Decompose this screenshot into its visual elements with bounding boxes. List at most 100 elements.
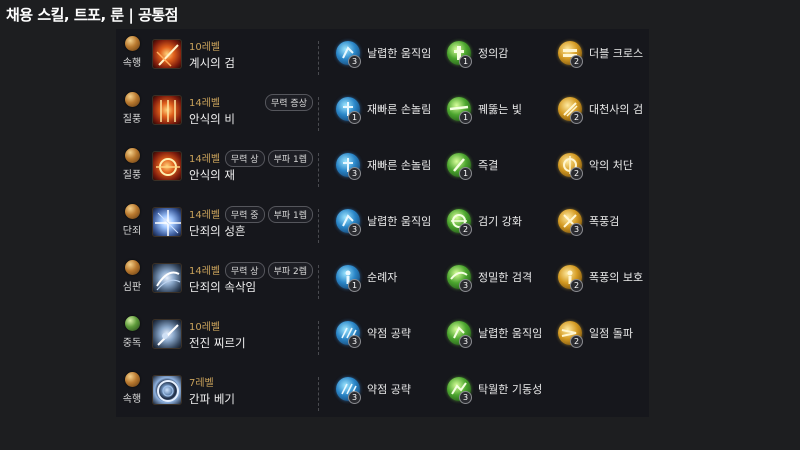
tripod-level-badge: 2 bbox=[570, 111, 583, 124]
insight-slash-icon[interactable] bbox=[152, 375, 182, 405]
rune-gem-icon bbox=[124, 204, 140, 219]
tripod-level-badge: 1 bbox=[459, 111, 472, 124]
rune-gem-icon bbox=[124, 92, 140, 107]
divider bbox=[318, 209, 319, 243]
skill-table: 속행 10레벨 계시의 검 3 날렵한 움직임 1 정의감 2 더블 크로스 질… bbox=[116, 29, 649, 417]
tripod-level-badge: 3 bbox=[348, 223, 361, 236]
divider bbox=[318, 265, 319, 299]
tag: 무력 상 bbox=[224, 150, 265, 167]
tripod-level-badge: 2 bbox=[570, 55, 583, 68]
skill-level: 7레벨 bbox=[189, 378, 214, 389]
skill-level: 14레벨 bbox=[189, 266, 221, 277]
tripod-name: 날렵한 움직임 bbox=[367, 47, 432, 60]
skill-row-ash-of-rest: 질풍 14레벨 안식의 재 무력 상 부파 1렙 3 재빠른 손놀림 1 즉결 … bbox=[116, 141, 649, 197]
rune-gem-green-icon bbox=[124, 316, 140, 331]
rune[interactable]: 심판 bbox=[120, 260, 144, 293]
rune-name: 속행 bbox=[122, 58, 142, 69]
tripod-name: 재빠른 손놀림 bbox=[367, 103, 432, 116]
skill-name: 단죄의 속삭임 bbox=[189, 280, 257, 294]
rune-name: 질풍 bbox=[122, 170, 142, 181]
tripod-level-badge: 3 bbox=[459, 335, 472, 348]
tripod-name: 날렵한 움직임 bbox=[478, 327, 543, 340]
tripod-name: 즉결 bbox=[478, 159, 499, 172]
rune-name: 질풍 bbox=[122, 114, 142, 125]
tripod-level-badge: 1 bbox=[348, 111, 361, 124]
tripod-name: 폭풍의 보호 bbox=[589, 271, 644, 284]
tripod-name: 대천사의 검 bbox=[589, 103, 644, 116]
rune[interactable]: 질풍 bbox=[120, 148, 144, 181]
skill-level: 14레벨 bbox=[189, 98, 221, 109]
tag: 부파 1렙 bbox=[267, 150, 313, 167]
tripod-name: 폭풍검 bbox=[589, 215, 620, 228]
skill-level: 14레벨 bbox=[189, 154, 221, 165]
tripod-name: 정의감 bbox=[478, 47, 509, 60]
sword-revelation-icon[interactable] bbox=[152, 39, 182, 69]
rune-gem-icon bbox=[124, 36, 140, 51]
tripod-level-badge: 3 bbox=[348, 167, 361, 180]
skill-name: 계시의 검 bbox=[189, 56, 235, 70]
skill-row-insight-slash: 속행 7레벨 간파 베기 3 약점 공략 3 탁월한 기동성 bbox=[116, 365, 649, 421]
tripod-level-badge: 2 bbox=[459, 223, 472, 236]
tripod-level-badge: 3 bbox=[459, 391, 472, 404]
rune[interactable]: 속행 bbox=[120, 372, 144, 405]
tripod-level-badge: 3 bbox=[348, 391, 361, 404]
skill-name: 간파 베기 bbox=[189, 392, 235, 406]
tripod-name: 꿰뚫는 빛 bbox=[478, 103, 522, 116]
rune-gem-icon bbox=[124, 372, 140, 387]
skill-row-rain-of-rest: 질풍 14레벨 안식의 비 무력 증상 1 재빠른 손놀림 1 꿰뚫는 빛 2 … bbox=[116, 85, 649, 141]
tag-list: 무력 중 부파 1렙 bbox=[224, 206, 313, 223]
skill-row-whisper-of-judgment: 심판 14레벨 단죄의 속삭임 무력 상 부파 2렙 1 순례자 3 정밀한 검… bbox=[116, 253, 649, 309]
rune-gem-icon bbox=[124, 148, 140, 163]
skill-row-forward-thrust: 중독 10레벨 전진 찌르기 3 약점 공략 3 날렵한 움직임 2 일점 돌파 bbox=[116, 309, 649, 365]
tag-list: 무력 증상 bbox=[265, 94, 313, 111]
tripod-level-badge: 1 bbox=[348, 279, 361, 292]
skill-row-stigma-of-judgment: 단죄 14레벨 단죄의 성흔 무력 중 부파 1렙 3 날렵한 움직임 2 검기… bbox=[116, 197, 649, 253]
tag: 부파 1렙 bbox=[267, 206, 313, 223]
tripod-name: 정밀한 검격 bbox=[478, 271, 533, 284]
ash-of-rest-icon[interactable] bbox=[152, 151, 182, 181]
rune-name: 중독 bbox=[122, 338, 142, 349]
tripod-name: 탁월한 기동성 bbox=[478, 383, 543, 396]
rune-name: 단죄 bbox=[122, 226, 142, 237]
rune[interactable]: 질풍 bbox=[120, 92, 144, 125]
skill-name: 단죄의 성흔 bbox=[189, 224, 246, 238]
rune[interactable]: 중독 bbox=[120, 316, 144, 349]
tripod-name: 더블 크로스 bbox=[589, 47, 644, 60]
rune-name: 속행 bbox=[122, 394, 142, 405]
tripod-level-badge: 2 bbox=[570, 335, 583, 348]
tripod-level-badge: 2 bbox=[570, 167, 583, 180]
tripod-level-badge: 3 bbox=[570, 223, 583, 236]
divider bbox=[318, 41, 319, 75]
forward-thrust-icon[interactable] bbox=[152, 319, 182, 349]
rune[interactable]: 속행 bbox=[120, 36, 144, 69]
skill-name: 전진 찌르기 bbox=[189, 336, 246, 350]
rain-of-rest-icon[interactable] bbox=[152, 95, 182, 125]
whisper-of-judgment-icon[interactable] bbox=[152, 263, 182, 293]
tag-list: 무력 상 부파 1렙 bbox=[224, 150, 313, 167]
rune[interactable]: 단죄 bbox=[120, 204, 144, 237]
tripod-name: 재빠른 손놀림 bbox=[367, 159, 432, 172]
tag: 무력 증상 bbox=[265, 94, 313, 111]
tripod-level-badge: 1 bbox=[459, 167, 472, 180]
tripod-level-badge: 3 bbox=[348, 335, 361, 348]
tripod-name: 날렵한 움직임 bbox=[367, 215, 432, 228]
rune-name: 심판 bbox=[122, 282, 142, 293]
rune-gem-icon bbox=[124, 260, 140, 275]
tag: 무력 중 bbox=[224, 206, 265, 223]
page-title: 채용 스킬, 트포, 룬 | 공통점 bbox=[6, 6, 179, 24]
tripod-name: 일점 돌파 bbox=[589, 327, 633, 340]
tag: 부파 2렙 bbox=[267, 262, 313, 279]
tripod-level-badge: 1 bbox=[459, 55, 472, 68]
stigma-of-judgment-icon[interactable] bbox=[152, 207, 182, 237]
tripod-level-badge: 3 bbox=[459, 279, 472, 292]
skill-level: 10레벨 bbox=[189, 322, 221, 333]
divider bbox=[318, 97, 319, 131]
tag: 무력 상 bbox=[224, 262, 265, 279]
tripod-level-badge: 2 bbox=[570, 279, 583, 292]
tripod-name: 약점 공략 bbox=[367, 327, 411, 340]
divider bbox=[318, 377, 319, 411]
skill-name: 안식의 재 bbox=[189, 168, 235, 182]
skill-name: 안식의 비 bbox=[189, 112, 235, 126]
tripod-level-badge: 3 bbox=[348, 55, 361, 68]
tripod-name: 순례자 bbox=[367, 271, 398, 284]
